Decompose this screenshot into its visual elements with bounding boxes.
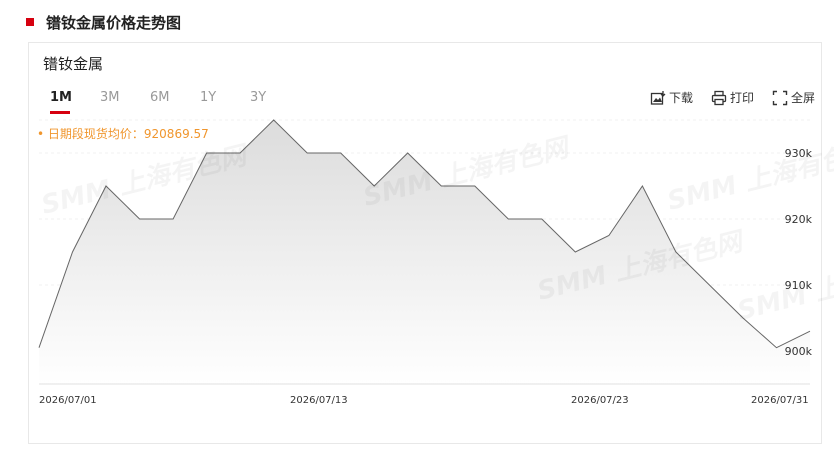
price-area-chart: 900k910k920k930k2026/07/01 2026/07/13 2026… [38, 119, 834, 406]
data-point [775, 347, 777, 349]
data-point [71, 251, 73, 253]
data-point [708, 284, 710, 286]
data-point [339, 152, 341, 154]
y-tick-label: 900k [785, 345, 813, 358]
data-point [608, 234, 610, 236]
data-point [507, 218, 509, 220]
y-tick-label: 920k [785, 213, 813, 226]
x-tick-label: 2026/07/13 [290, 395, 348, 406]
data-point [38, 347, 40, 349]
data-point [809, 330, 811, 332]
x-tick-label: 2026/07/01 [39, 395, 97, 406]
x-tick-label: 2026/07/31 [751, 395, 809, 406]
data-point [574, 251, 576, 253]
data-point [272, 119, 274, 121]
data-point [541, 218, 543, 220]
data-point [641, 185, 643, 187]
data-point [306, 152, 308, 154]
data-point [138, 218, 140, 220]
x-tick-label: 2026/07/23 [571, 395, 629, 406]
data-point [407, 152, 409, 154]
watermark: SMM 上海有色网 [734, 246, 834, 327]
data-point [172, 218, 174, 220]
